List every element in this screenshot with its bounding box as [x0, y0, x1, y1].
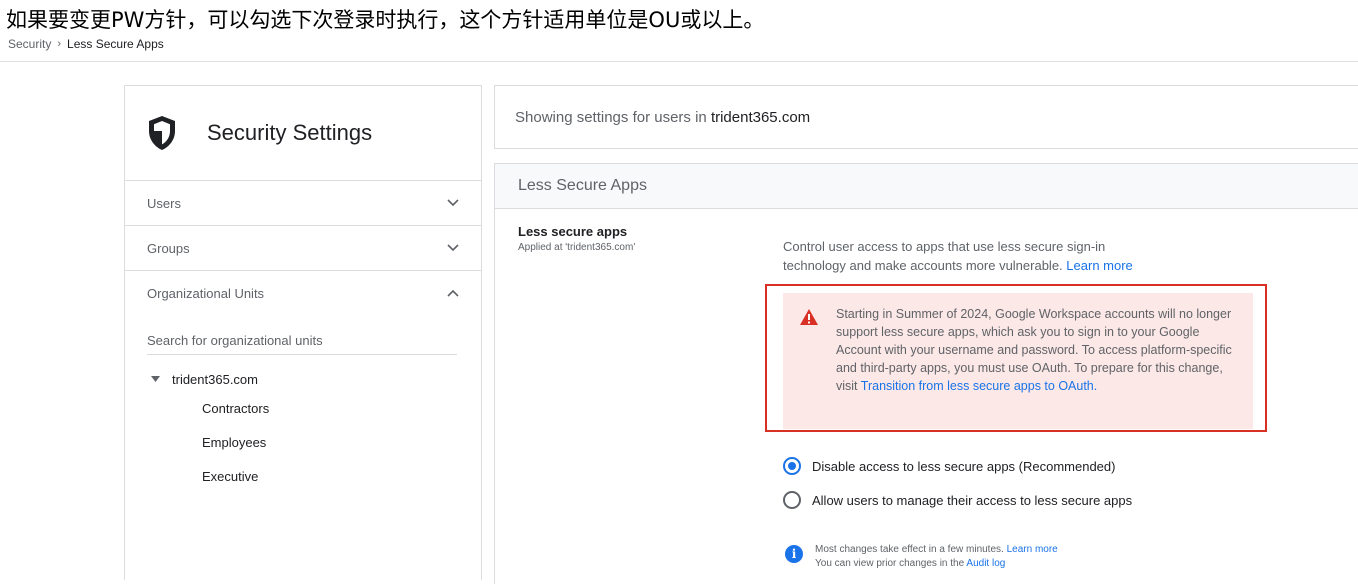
- option-disable-access[interactable]: Disable access to less secure apps (Reco…: [783, 457, 1115, 475]
- info-line-2: You can view prior changes in the Audit …: [815, 557, 1058, 571]
- ou-tree-item-contractors[interactable]: Contractors: [125, 391, 481, 425]
- ou-tree: trident365.com Contractors Employees Exe…: [125, 367, 481, 493]
- panel-title: Less Secure Apps: [518, 177, 647, 194]
- sidebar-section-label: Users: [147, 195, 181, 211]
- panel-header: Less Secure Apps: [495, 164, 1358, 209]
- warning-text: Starting in Summer of 2024, Google Works…: [836, 305, 1236, 395]
- chevron-up-icon: [447, 289, 459, 297]
- info-line-1-text: Most changes take effect in a few minute…: [815, 544, 1004, 555]
- breadcrumb-current: Less Secure Apps: [67, 37, 164, 51]
- setting-applied-at: Applied at 'trident365.com': [518, 242, 636, 253]
- sidebar-section-groups[interactable]: Groups: [125, 226, 481, 271]
- sidebar-section-organizational-units[interactable]: Organizational Units: [125, 271, 481, 315]
- shield-icon: [149, 116, 175, 150]
- info-notice: i Most changes take effect in a few minu…: [785, 543, 1058, 571]
- caret-down-icon[interactable]: [151, 376, 160, 382]
- info-line-1: Most changes take effect in a few minute…: [815, 543, 1058, 557]
- breadcrumb: Security › Less Secure Apps: [8, 37, 164, 51]
- breadcrumb-separator: ›: [57, 38, 62, 50]
- warning-box: Starting in Summer of 2024, Google Works…: [783, 293, 1253, 429]
- ou-root-label: trident365.com: [172, 371, 258, 387]
- settings-scope-text: Showing settings for users in trident365…: [515, 109, 810, 126]
- sidebar-header: Security Settings: [125, 86, 481, 181]
- ou-tree-item-executive[interactable]: Executive: [125, 459, 481, 493]
- transition-oauth-link[interactable]: Transition from less secure apps to OAut…: [861, 379, 1097, 393]
- option-label: Disable access to less secure apps (Reco…: [812, 458, 1116, 474]
- radio-selected[interactable]: [783, 457, 801, 475]
- settings-scope-card: Showing settings for users in trident365…: [494, 85, 1358, 149]
- sidebar-section-label: Groups: [147, 240, 190, 256]
- chevron-down-icon: [447, 199, 459, 207]
- annotation-title: 如果要变更PW方针，可以勾选下次登录时执行，这个方针适用单位是OU或以上。: [6, 8, 765, 32]
- audit-log-link[interactable]: Audit log: [966, 558, 1005, 569]
- ou-tree-item-employees[interactable]: Employees: [125, 425, 481, 459]
- sidebar-section-label: Organizational Units: [147, 285, 265, 301]
- setting-label: Less secure apps Applied at 'trident365.…: [518, 224, 635, 253]
- option-allow-users-manage[interactable]: Allow users to manage their access to le…: [783, 491, 1132, 509]
- breadcrumb-security[interactable]: Security: [8, 37, 51, 51]
- option-label: Allow users to manage their access to le…: [812, 492, 1133, 508]
- warning-icon: [800, 309, 818, 325]
- header-divider: [0, 61, 1358, 62]
- sidebar: Security Settings Users Groups Organizat…: [124, 85, 482, 580]
- settings-scope-domain: trident365.com: [710, 108, 811, 126]
- ou-search-input[interactable]: Search for organizational units: [147, 333, 457, 355]
- settings-scope-prefix: Showing settings for users in: [515, 108, 711, 126]
- description-text: Control user access to apps that use les…: [783, 239, 1106, 273]
- sidebar-section-users[interactable]: Users: [125, 181, 481, 226]
- info-icon: i: [785, 545, 803, 563]
- info-learn-more-link[interactable]: Learn more: [1007, 544, 1058, 555]
- info-text: Most changes take effect in a few minute…: [815, 543, 1058, 571]
- setting-name: Less secure apps: [518, 224, 628, 239]
- sidebar-title: Security Settings: [207, 120, 373, 145]
- ou-tree-root[interactable]: trident365.com: [125, 367, 481, 391]
- chevron-down-icon: [447, 244, 459, 252]
- learn-more-link[interactable]: Learn more: [1066, 258, 1132, 273]
- info-line-2-text: You can view prior changes in the: [815, 558, 965, 569]
- less-secure-apps-panel: Less Secure Apps Less secure apps Applie…: [494, 163, 1358, 584]
- setting-description: Control user access to apps that use les…: [783, 237, 1163, 275]
- radio-unselected[interactable]: [783, 491, 801, 509]
